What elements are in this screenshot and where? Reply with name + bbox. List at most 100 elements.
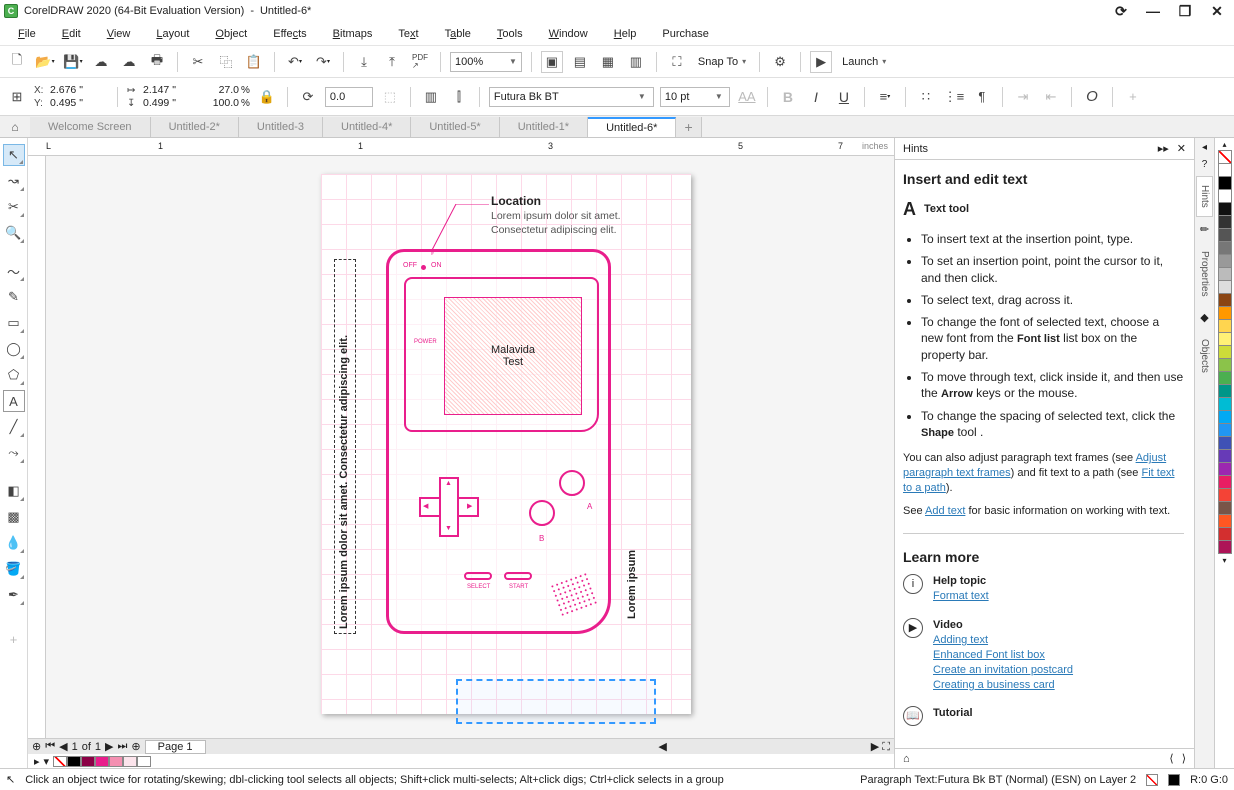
swatch[interactable] (81, 756, 95, 767)
gameboy-outline[interactable]: OFF ON POWER Malavida Test ▲ ▼ (386, 249, 611, 634)
scale-x-input[interactable] (207, 84, 239, 96)
link-video-2[interactable]: Enhanced Font list box (933, 649, 1045, 661)
add-prop-icon[interactable]: + (1122, 86, 1144, 108)
tab-untitled-4[interactable]: Untitled-4* (323, 117, 411, 137)
cloud-down-icon[interactable]: ☁ (118, 51, 140, 73)
status-fill-swatch[interactable] (1146, 774, 1158, 786)
indent-inc-icon[interactable]: ⇥ (1012, 86, 1034, 108)
print-icon[interactable]: 🖶 (146, 51, 168, 73)
tab-welcome[interactable]: Welcome Screen (30, 117, 151, 137)
color-swatch[interactable] (1218, 202, 1232, 216)
polygon-tool-icon[interactable]: ⬠ (3, 364, 25, 386)
pdf-export-icon[interactable]: PDF↗ (409, 51, 431, 73)
swatch[interactable] (95, 756, 109, 767)
color-swatch[interactable] (1218, 501, 1232, 515)
mirror-h-icon[interactable]: ⬚ (379, 86, 401, 108)
dropcap-icon[interactable]: ¶ (971, 86, 993, 108)
grid-icon[interactable]: ▦ (597, 51, 619, 73)
menu-help[interactable]: Help (602, 25, 649, 43)
opentype-icon[interactable]: O (1081, 86, 1103, 108)
color-swatch[interactable] (1218, 293, 1232, 307)
guides-icon[interactable]: ▥ (625, 51, 647, 73)
snap-dropdown[interactable]: Snap To▾ (694, 52, 750, 72)
w-input[interactable] (143, 84, 201, 96)
menu-tools[interactable]: Tools (485, 25, 535, 43)
eyedropper-icon[interactable]: 💧 (3, 532, 25, 554)
color-swatch[interactable] (1218, 540, 1232, 554)
last-page-icon[interactable]: ⏭ (118, 740, 128, 753)
open-icon[interactable]: 📂▾ (34, 51, 56, 73)
import-icon[interactable]: ⤓ (353, 51, 375, 73)
shape-tool-icon[interactable]: ↝ (3, 170, 25, 192)
italic-button[interactable]: I (805, 86, 827, 108)
dock-hints[interactable]: Hints (1196, 176, 1213, 217)
link-add-text[interactable]: Add text (925, 505, 965, 517)
docker-help-icon[interactable]: ? (1202, 159, 1208, 170)
color-swatch[interactable] (1218, 410, 1232, 424)
menu-object[interactable]: Object (203, 25, 259, 43)
docker-menu-icon[interactable]: ▸▸ (1158, 142, 1169, 155)
tab-untitled-1[interactable]: Untitled-1* (500, 117, 588, 137)
redo-icon[interactable]: ↷▾ (312, 51, 334, 73)
color-swatch[interactable] (1218, 280, 1232, 294)
color-swatch[interactable] (1218, 332, 1232, 346)
menu-layout[interactable]: Layout (144, 25, 201, 43)
varfont-icon[interactable]: AA (736, 86, 758, 108)
freehand-tool-icon[interactable]: 〜 (3, 260, 25, 282)
align-icon[interactable]: ≡▾ (874, 86, 896, 108)
tab-untitled-6[interactable]: Untitled-6* (588, 117, 676, 137)
add-tool-icon[interactable]: + (3, 628, 25, 650)
color-swatch[interactable] (1218, 254, 1232, 268)
tab-untitled-3[interactable]: Untitled-3 (239, 117, 323, 137)
zoom-dropdown[interactable]: ▼ (450, 52, 522, 72)
zoom-tool-icon[interactable]: 🔍 (3, 222, 25, 244)
color-swatch[interactable] (1218, 397, 1232, 411)
dock-objects[interactable]: Objects (1196, 330, 1213, 382)
home-tab-icon[interactable]: ⌂ (0, 117, 30, 137)
bullets-icon[interactable]: ∷ (915, 86, 937, 108)
new-icon[interactable]: 🗋 (6, 51, 28, 73)
x-input[interactable] (50, 84, 108, 96)
launch-icon[interactable]: ▶ (810, 51, 832, 73)
frame-fit-icon[interactable]: ⫿ (448, 86, 470, 108)
swatch[interactable] (109, 756, 123, 767)
maximize-button[interactable]: ❐ (1172, 2, 1198, 20)
outline-tool-icon[interactable]: ✒ (3, 584, 25, 606)
menu-file[interactable]: File (6, 25, 48, 43)
columns-icon[interactable]: ▥ (420, 86, 442, 108)
palette-up-icon[interactable]: ▴ (1222, 140, 1226, 149)
status-outline-swatch[interactable] (1168, 774, 1180, 786)
hints-home-icon[interactable]: ⌂ (903, 753, 910, 765)
ruler-horizontal[interactable]: L 1 1 3 5 7 inches (28, 138, 894, 156)
canvas[interactable]: Lorem ipsum dolor sit amet. Consectetur … (46, 156, 894, 738)
lock-ratio-icon[interactable]: 🔒 (256, 86, 278, 108)
parallel-dim-icon[interactable]: ╱ (3, 416, 25, 438)
screen-text[interactable]: Malavida Test (444, 297, 582, 415)
color-swatch[interactable] (1218, 163, 1232, 177)
nofill-swatch[interactable] (53, 756, 67, 767)
link-video-3[interactable]: Create an invitation postcard (933, 664, 1073, 676)
link-format-text[interactable]: Format text (933, 590, 989, 602)
color-swatch[interactable] (1218, 488, 1232, 502)
color-swatch[interactable] (1218, 527, 1232, 541)
swatch[interactable] (67, 756, 81, 767)
pick-tool-icon[interactable]: ↖ (3, 144, 25, 166)
swatch[interactable] (123, 756, 137, 767)
undo-icon[interactable]: ↶▾ (284, 51, 306, 73)
color-swatch[interactable] (1218, 449, 1232, 463)
tab-untitled-2[interactable]: Untitled-2* (151, 117, 239, 137)
cut-icon[interactable]: ✂ (187, 51, 209, 73)
color-swatch[interactable] (1218, 306, 1232, 320)
next-page-icon[interactable]: ▶ (105, 740, 113, 753)
link-video-4[interactable]: Creating a business card (933, 679, 1055, 691)
bold-button[interactable]: B (777, 86, 799, 108)
swatch[interactable] (137, 756, 151, 767)
hints-fwd-icon[interactable]: ⟩ (1182, 752, 1186, 765)
tab-add-button[interactable]: + (676, 117, 701, 137)
first-page-icon[interactable]: ⏮ (45, 740, 55, 753)
rectangle-tool-icon[interactable]: ▭ (3, 312, 25, 334)
export-icon[interactable]: ⤒ (381, 51, 403, 73)
docker-collapse-icon[interactable]: ◂ (1202, 142, 1207, 153)
launch-dropdown[interactable]: Launch▾ (838, 52, 890, 72)
menu-edit[interactable]: Edit (50, 25, 93, 43)
